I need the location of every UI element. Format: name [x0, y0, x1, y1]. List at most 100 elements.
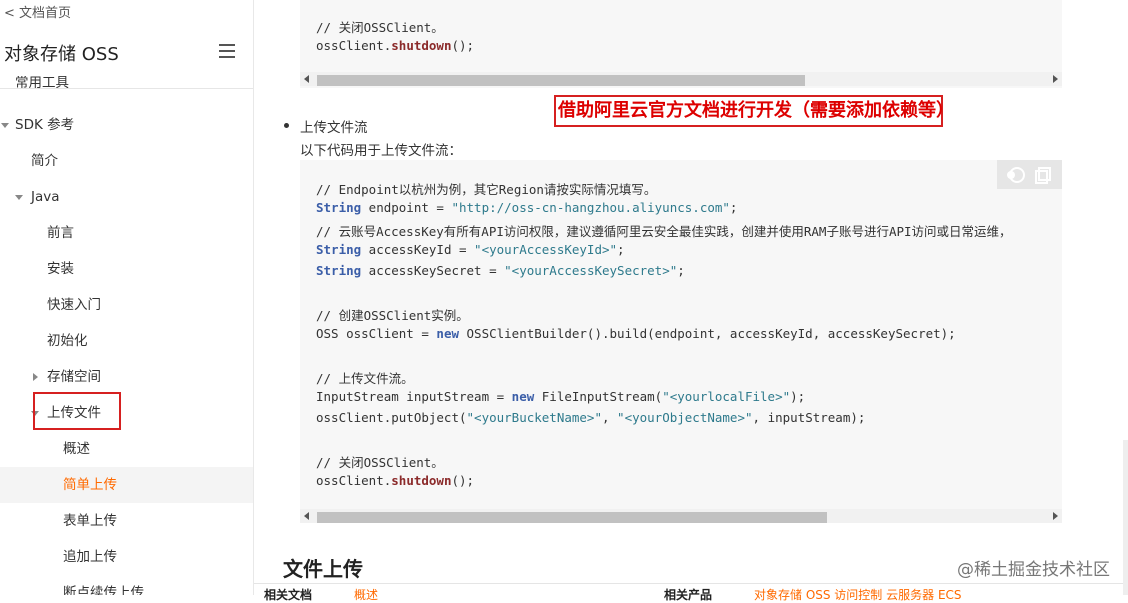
sidebar-item-label: 快速入门 — [47, 297, 101, 313]
run-icon[interactable] — [997, 160, 1062, 189]
code-token: ); — [790, 389, 806, 404]
code-token: "<yourAccessKeySecret>" — [504, 263, 678, 278]
chevron-down-icon — [15, 195, 23, 200]
code-token: (); — [451, 473, 475, 488]
sidebar-item-sdk[interactable]: SDK 参考 — [0, 107, 253, 143]
code-token: , — [601, 410, 618, 425]
code-comment: // 上传文件流。 — [316, 371, 414, 386]
horizontal-scrollbar[interactable] — [300, 72, 1062, 86]
back-to-docs-link[interactable]: < 文档首页 — [4, 2, 71, 21]
code-comment: // Endpoint以杭州为例，其它Region请按实际情况填写。 — [316, 182, 657, 197]
menu-icon[interactable] — [219, 44, 235, 58]
code-token: FileInputStream( — [534, 389, 663, 404]
sidebar-item-init[interactable]: 初始化 — [0, 323, 253, 359]
sidebar-item-append-upload[interactable]: 追加上传 — [0, 539, 253, 575]
code-token: ; — [617, 242, 625, 257]
code-line: ossClient.putObject("<yourBucketName>" , … — [316, 410, 865, 425]
sidebar-item-label: 存储空间 — [47, 369, 101, 385]
code-comment: // 创建OSSClient实例。 — [316, 308, 469, 323]
code-comment: // 关闭OSSClient。 — [316, 20, 444, 35]
sidebar-item-label: 前言 — [47, 225, 74, 241]
code-comment: // 关闭OSSClient。 — [316, 455, 444, 470]
sidebar-item-resumable-upload[interactable]: 断点续传上传 — [0, 575, 253, 595]
code-toolbar — [997, 160, 1062, 189]
code-token: "<yourBucketName>" — [466, 410, 602, 425]
code-token: "<yourAccessKeyId>" — [474, 242, 618, 257]
code-line: String accessKeySecret = "<yourAccessKey… — [316, 263, 685, 278]
sidebar-item-label: 初始化 — [47, 333, 88, 349]
code-token: InputStream inputStream = — [316, 389, 512, 404]
sidebar-title: 对象存储 OSS — [4, 44, 119, 65]
code-token: ossClient. — [316, 38, 392, 53]
code-token: new — [436, 326, 459, 341]
code-line: InputStream inputStream = new FileInputS… — [316, 389, 805, 404]
code-token: accessKeySecret = — [361, 263, 505, 278]
annotation-box: 借助阿里云官方文档进行开发（需要添加依赖等） — [554, 95, 954, 127]
chevron-down-icon — [1, 123, 9, 128]
scroll-left-icon[interactable] — [304, 512, 309, 520]
sidebar-item-label: 追加上传 — [63, 549, 117, 565]
code-token: shutdown — [391, 38, 452, 53]
scroll-thumb[interactable] — [317, 512, 827, 523]
sidebar-item-simple-upload[interactable]: 简单上传 — [0, 467, 253, 503]
code-token: , inputStream); — [752, 410, 866, 425]
code-token: (); — [451, 38, 475, 53]
sidebar-item-label: 概述 — [63, 441, 90, 457]
scroll-thumb[interactable] — [317, 75, 805, 86]
code-token: ossClient.putObject( — [316, 410, 467, 425]
sidebar-item-tools[interactable]: 常用工具 — [0, 76, 253, 96]
sidebar-item-label: SDK 参考 — [15, 117, 75, 133]
bullet-icon — [284, 123, 289, 128]
code-token: String — [316, 200, 362, 215]
code-token: "<yourlocalFile>" — [662, 389, 791, 404]
code-token: ; — [729, 200, 738, 215]
sidebar-item-label: 安装 — [47, 261, 74, 277]
horizontal-scrollbar[interactable] — [300, 509, 1062, 523]
code-token: shutdown — [391, 473, 452, 488]
bullet-title: 上传文件流 — [300, 120, 368, 136]
scroll-right-icon[interactable] — [1053, 512, 1058, 520]
sidebar-item-label: 常用工具 — [15, 76, 69, 91]
highlight-box — [33, 392, 121, 430]
sidebar-item-overview[interactable]: 概述 — [0, 431, 253, 467]
section-title: 文件上传 — [283, 557, 363, 581]
sidebar-item-label: 简单上传 — [63, 477, 117, 493]
code-line: ossClient.shutdown(); — [316, 38, 474, 53]
code-block-main: // Endpoint以杭州为例，其它Region请按实际情况填写。 Strin… — [300, 160, 1062, 523]
code-line: String accessKeyId = "<yourAccessKeyId>"… — [316, 242, 625, 257]
sidebar: < 文档首页 对象存储 OSS 常用工具 SDK 参考 简介 Java 前言 安… — [0, 0, 254, 595]
sidebar-item-label: 简介 — [31, 153, 58, 169]
code-token: accessKeyId = — [361, 242, 475, 257]
code-token: OSS ossClient = — [316, 326, 437, 341]
sidebar-item-intro[interactable]: 简介 — [0, 143, 253, 179]
sidebar-item-label: 表单上传 — [63, 513, 117, 529]
sidebar-item-bucket[interactable]: 存储空间 — [0, 359, 253, 395]
scroll-left-icon[interactable] — [304, 75, 309, 83]
right-edge-scrollbar — [1123, 440, 1128, 595]
code-line: ossClient.shutdown(); — [316, 473, 474, 488]
sidebar-item-quickstart[interactable]: 快速入门 — [0, 287, 253, 323]
code-token: "http://oss-cn-hangzhou.aliyuncs.com" — [451, 200, 730, 215]
watermark: @稀土掘金技术社区 — [957, 560, 1110, 580]
code-line: String endpoint = "http://oss-cn-hangzho… — [316, 200, 737, 215]
code-comment: // 云账号AccessKey有所有API访问权限，建议遵循阿里云安全最佳实践，… — [316, 224, 1012, 239]
code-token: endpoint = — [361, 200, 452, 215]
sidebar-item-form-upload[interactable]: 表单上传 — [0, 503, 253, 539]
sidebar-item-java[interactable]: Java — [0, 179, 253, 215]
scroll-right-icon[interactable] — [1053, 75, 1058, 83]
code-token: String — [316, 263, 362, 278]
code-token: ; — [677, 263, 685, 278]
code-token: OSSClientBuilder().build(endpoint, acces… — [459, 326, 956, 341]
bullet-description: 以下代码用于上传文件流： — [300, 143, 462, 159]
chevron-right-icon — [33, 373, 38, 381]
code-token: new — [511, 389, 535, 404]
sidebar-item-label: 断点续传上传 — [63, 585, 144, 595]
code-token: String — [316, 242, 362, 257]
sidebar-divider — [0, 88, 253, 89]
sidebar-item-label: Java — [31, 189, 60, 205]
code-token: "<yourObjectName>" — [617, 410, 753, 425]
sidebar-item-preface[interactable]: 前言 — [0, 215, 253, 251]
code-token: ossClient. — [316, 473, 392, 488]
code-block-top: // 关闭OSSClient。 ossClient.shutdown(); — [300, 0, 1062, 88]
sidebar-item-install[interactable]: 安装 — [0, 251, 253, 287]
